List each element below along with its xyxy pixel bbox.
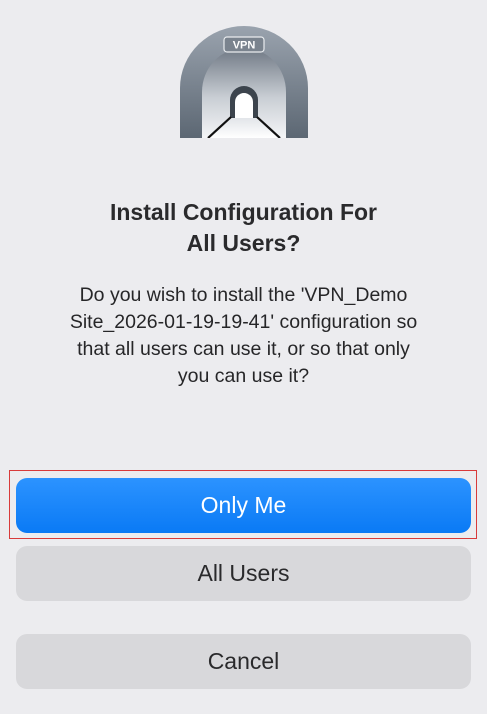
dialog-message: Do you wish to install the 'VPN_Demo Sit… [22, 282, 465, 390]
all-users-button[interactable]: All Users [16, 546, 471, 601]
dialog-message-line-3: that all users can use it, or so that on… [77, 338, 410, 360]
dialog-message-line-2: Site_2026-01-19-19-41' configuration so [69, 311, 418, 333]
dialog-message-line-1: Do you wish to install the 'VPN_Demo [79, 284, 408, 306]
install-configuration-dialog: VPN Install Configuration For All Users?… [0, 0, 487, 714]
dialog-title-line-1: Install Configuration For [109, 199, 378, 225]
vpn-tunnel-icon: VPN [178, 26, 310, 139]
dialog-title-line-2: All Users? [186, 230, 301, 256]
cancel-button[interactable]: Cancel [16, 634, 471, 689]
vpn-label: VPN [233, 40, 256, 52]
dialog-message-line-4: you can use it? [177, 365, 310, 387]
dialog-title: Install Configuration For All Users? [0, 197, 487, 259]
only-me-button[interactable]: Only Me [16, 478, 471, 533]
